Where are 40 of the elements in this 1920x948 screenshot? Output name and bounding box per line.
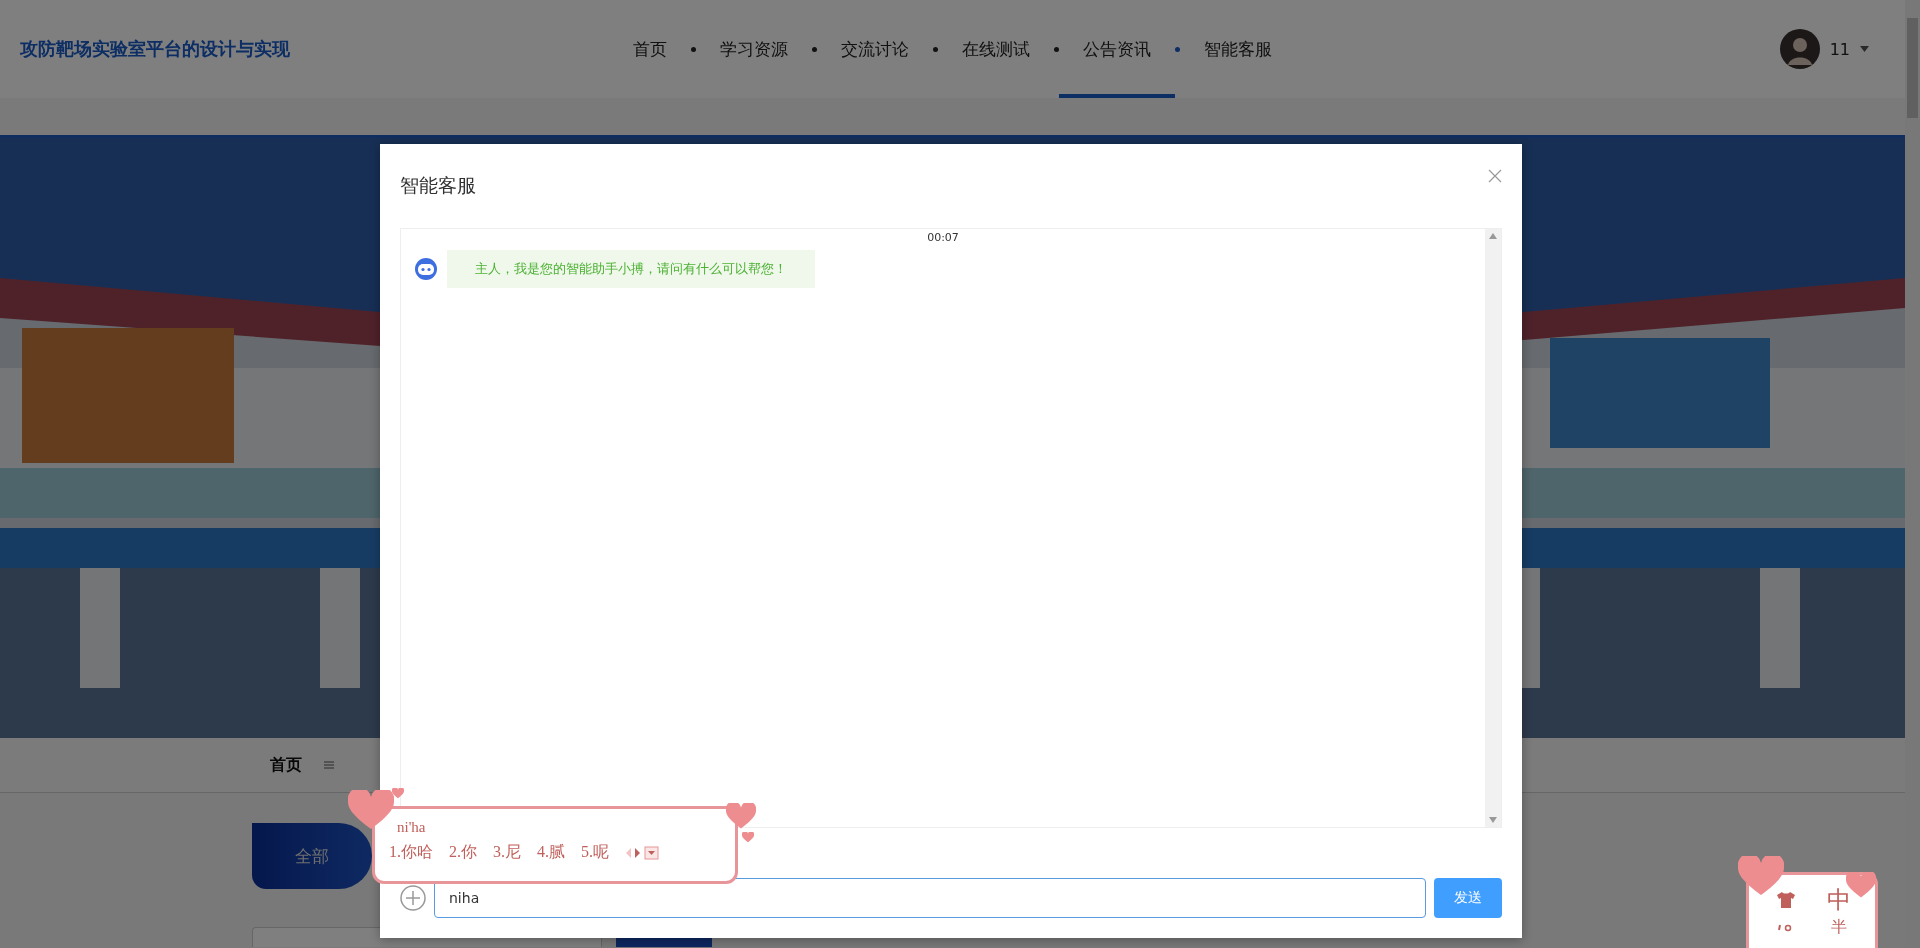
send-button[interactable]: 发送 — [1434, 878, 1502, 918]
nav-separator-dot — [812, 46, 817, 52]
heart-icon — [742, 832, 754, 843]
ime-candidate[interactable]: 5.呢 — [581, 842, 609, 863]
nav-tab[interactable]: 交流讨论 — [817, 0, 933, 98]
ime-candidate[interactable]: 4.腻 — [537, 842, 565, 863]
ime-candidate[interactable]: 3.尼 — [493, 842, 521, 863]
caret-icon[interactable] — [1860, 46, 1869, 52]
ime-composition: ni'ha — [396, 819, 427, 836]
add-icon[interactable] — [400, 885, 426, 911]
width-mode-label: 半 — [1830, 917, 1847, 939]
input-mode-label: 中 — [1826, 884, 1851, 916]
chat-scrollbar[interactable] — [1485, 229, 1501, 827]
dialog-title: 智能客服 — [400, 173, 476, 198]
site-logo-title: 攻防靶场实验室平台的设计与实现 — [20, 37, 291, 61]
nav-separator-dot — [1175, 46, 1180, 52]
nav-separator-dot — [1054, 46, 1059, 52]
nav-tab[interactable]: 学习资源 — [696, 0, 812, 98]
nav-tab[interactable]: 在线测试 — [938, 0, 1054, 98]
breadcrumb-link[interactable]: 首页 — [270, 754, 302, 776]
nav-tab[interactable]: 首页 — [609, 0, 691, 98]
shirt-icon — [1775, 890, 1796, 909]
message-time: 00:07 — [927, 231, 959, 244]
avatar-icon[interactable] — [1779, 29, 1820, 69]
ime-candidate[interactable]: 2.你 — [449, 842, 477, 863]
heart-icon — [1738, 856, 1784, 898]
heart-icon — [1846, 872, 1876, 899]
nav-separator-dot — [691, 46, 696, 52]
message-input[interactable]: niha — [434, 878, 1426, 918]
category-tab[interactable]: 全部 — [252, 823, 372, 889]
user-name[interactable]: 11 — [1829, 39, 1850, 59]
menu-icon — [324, 761, 334, 769]
page-arrows-icon[interactable] — [625, 845, 659, 860]
chat-bubble: 主人，我是您的智能助手小搏，请问有什么可以帮您！ — [447, 250, 815, 288]
nav-separator-dot — [933, 46, 938, 52]
scroll-down-icon[interactable] — [1489, 817, 1497, 823]
scroll-up-icon[interactable] — [1489, 233, 1497, 239]
nav-tab[interactable]: 智能客服 — [1180, 0, 1296, 98]
close-icon[interactable] — [1488, 169, 1502, 183]
ime-candidate[interactable]: 1.你哈 — [389, 842, 433, 863]
